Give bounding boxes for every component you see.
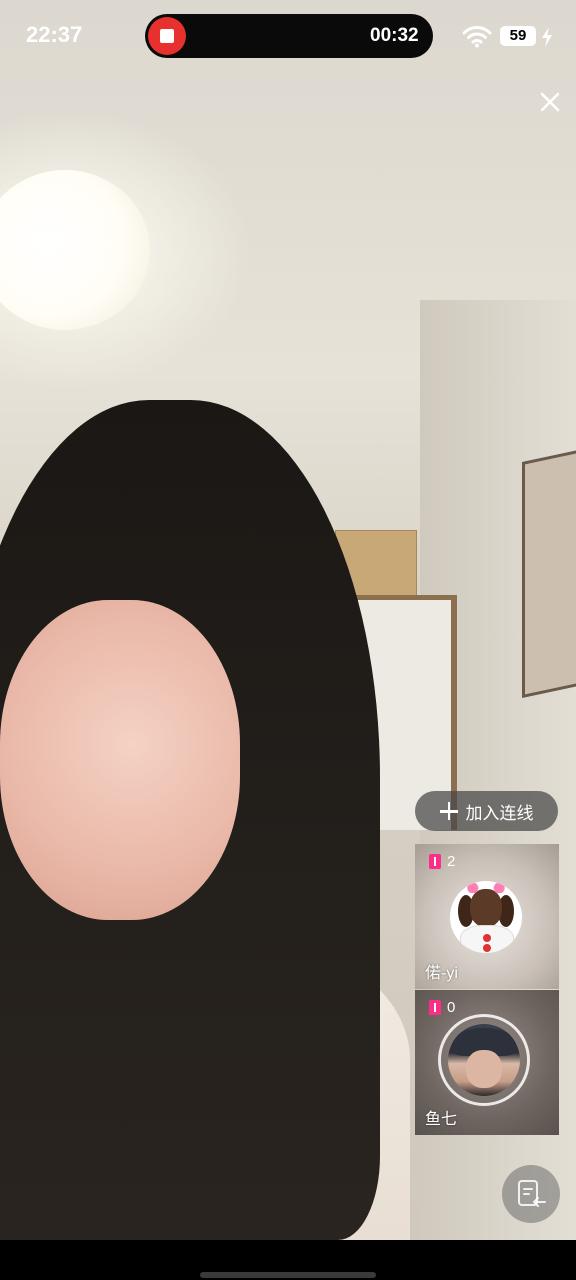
status-time: 22:37 — [26, 22, 83, 47]
heat-icon — [429, 854, 441, 869]
ceiling-light — [0, 170, 150, 330]
plus-icon — [439, 802, 458, 820]
participant-name: 偌-yi — [425, 965, 458, 982]
battery-icon: 59 — [500, 26, 536, 46]
heat-icon — [429, 1000, 441, 1015]
participant-name: 鱼七 — [425, 1111, 458, 1128]
streamer-face — [0, 600, 240, 920]
heat-count: 0 — [447, 999, 456, 1016]
exit-document-icon — [518, 1180, 546, 1207]
join-link-label: 加入连线 — [465, 803, 534, 823]
join-link-button[interactable]: 加入连线 — [415, 791, 558, 831]
home-indicator[interactable] — [200, 1272, 376, 1278]
heat-count: 2 — [447, 853, 456, 870]
exit-document-button[interactable] — [502, 1165, 560, 1223]
wall-frame — [522, 447, 576, 699]
boy-cap-avatar — [448, 1024, 520, 1096]
charging-bolt-icon — [542, 27, 552, 47]
participant-card[interactable]: 2 偌-yi — [415, 844, 559, 989]
cartoon-dog-avatar — [450, 881, 522, 953]
participant-card[interactable]: 0 鱼七 — [415, 990, 559, 1135]
wifi-icon — [462, 26, 492, 48]
recording-timer: 00:32 — [370, 25, 419, 46]
close-icon[interactable] — [538, 90, 562, 114]
heat-badge: 2 — [429, 853, 455, 870]
heat-badge: 0 — [429, 999, 455, 1016]
stop-recording-icon[interactable] — [148, 17, 186, 55]
